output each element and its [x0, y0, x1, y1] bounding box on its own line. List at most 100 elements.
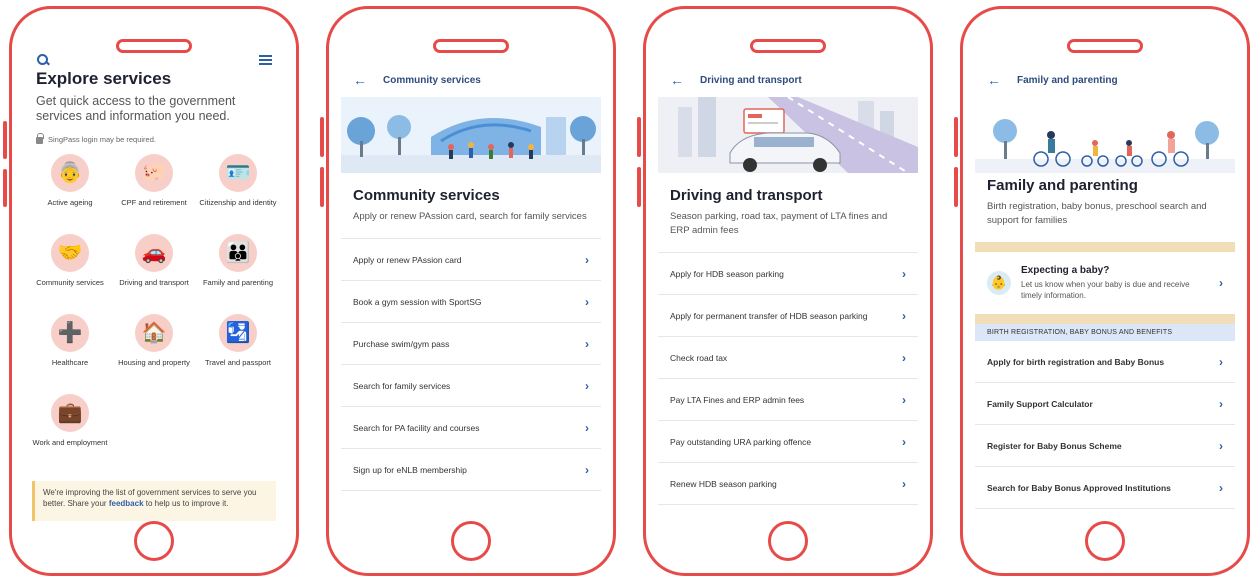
page-subtitle: Get quick access to the government servi… [36, 94, 236, 123]
list-item[interactable]: Check road tax › [658, 337, 918, 379]
community-service-list: Apply or renew PAssion card › Book a gym s… [341, 238, 601, 491]
login-note: SingPass login may be required. [24, 124, 284, 144]
chevron-right-icon[interactable]: › [585, 421, 589, 435]
driving-service-list: Apply for HDB season parking › Apply for p… [658, 252, 918, 505]
list-item-label: Renew HDB season parking [670, 478, 777, 489]
list-item[interactable]: Apply for HDB season parking › [658, 253, 918, 295]
service-label: Housing and property [118, 358, 190, 367]
phone-speaker [750, 39, 826, 53]
family-service-list: Apply for birth registration and Baby Bo… [975, 341, 1235, 509]
phone-family: ← Family and parenting Family and parent… [954, 6, 1250, 576]
volume-button [954, 117, 958, 157]
list-item-label: Pay outstanding URA parking offence [670, 436, 812, 447]
community-screen: ← Community services Community services … [341, 63, 601, 511]
service-icon: 👪 [219, 234, 257, 272]
service-label: CPF and retirement [121, 198, 187, 207]
driving-banner-illustration [658, 97, 918, 173]
chevron-right-icon[interactable]: › [585, 337, 589, 351]
chevron-right-icon[interactable]: › [1219, 397, 1223, 411]
list-item[interactable]: Apply or renew PAssion card › [341, 239, 601, 281]
list-item-label: Apply or renew PAssion card [353, 254, 462, 265]
arrow-left-icon[interactable]: ← [353, 73, 367, 87]
service-family-and-parenting[interactable]: 👪 Family and parenting [196, 234, 280, 308]
service-label: Active ageing [47, 198, 93, 207]
list-item[interactable]: Search for PA facility and courses › [341, 407, 601, 449]
chevron-right-icon[interactable]: › [902, 435, 906, 449]
chevron-right-icon[interactable]: › [585, 379, 589, 393]
feedback-notice: We're improving the list of government s… [32, 481, 276, 521]
volume-button [320, 167, 324, 207]
list-item[interactable]: Sign up for eNLB membership › [341, 449, 601, 491]
service-icon: 🤝 [51, 234, 89, 272]
list-item[interactable]: Search for family services › [341, 365, 601, 407]
list-item-label: Sign up for eNLB membership [353, 464, 467, 475]
service-active-ageing[interactable]: 👵 Active ageing [28, 154, 112, 228]
chevron-right-icon[interactable]: › [1219, 355, 1223, 369]
list-item[interactable]: Book a gym session with SportSG › [341, 281, 601, 323]
service-healthcare[interactable]: ➕ Healthcare [28, 314, 112, 388]
list-item[interactable]: Apply for birth registration and Baby Bo… [975, 341, 1235, 383]
screen-header: ← Community services [341, 63, 601, 97]
service-citizenship-and-identity[interactable]: 🪪 Citizenship and identity [196, 154, 280, 228]
service-driving-and-transport[interactable]: 🚗 Driving and transport [112, 234, 196, 308]
service-housing-and-property[interactable]: 🏠 Housing and property [112, 314, 196, 388]
list-item-label: Apply for HDB season parking [670, 268, 784, 279]
chevron-right-icon[interactable]: › [902, 477, 906, 491]
section-subtitle: Season parking, road tax, payment of LTA… [670, 211, 888, 236]
section-title: Driving and transport [670, 187, 823, 204]
arrow-left-icon[interactable]: ← [670, 73, 684, 87]
service-icon: 🐖 [135, 154, 173, 192]
expecting-baby-card[interactable]: 👶 Expecting a baby? Let us know when you… [975, 252, 1235, 314]
home-button [451, 521, 491, 561]
search-icon[interactable] [36, 53, 50, 67]
service-label: Community services [36, 278, 104, 287]
list-item-label: Search for Baby Bonus Approved Instituti… [987, 482, 1171, 493]
section-title: Family and parenting [987, 177, 1138, 194]
chevron-right-icon[interactable]: › [1219, 481, 1223, 495]
list-item[interactable]: Search for Baby Bonus Approved Instituti… [975, 467, 1235, 509]
section-subtitle: Birth registration, baby bonus, preschoo… [987, 201, 1207, 226]
service-cpf-and-retirement[interactable]: 🐖 CPF and retirement [112, 154, 196, 228]
hamburger-menu-icon[interactable] [259, 55, 272, 65]
chevron-right-icon[interactable]: › [1219, 439, 1223, 453]
service-icon: 🪪 [219, 154, 257, 192]
service-community-services[interactable]: 🤝 Community services [28, 234, 112, 308]
home-button [768, 521, 808, 561]
service-label: Driving and transport [119, 278, 189, 287]
service-icon: 💼 [51, 394, 89, 432]
chevron-right-icon[interactable]: › [902, 309, 906, 323]
service-travel-and-passport[interactable]: 🛂 Travel and passport [196, 314, 280, 388]
volume-button [3, 169, 7, 207]
service-work-and-employment[interactable]: 💼 Work and employment [28, 394, 112, 468]
volume-button [954, 167, 958, 207]
phone-speaker [433, 39, 509, 53]
arrow-left-icon[interactable]: ← [987, 73, 1001, 87]
feedback-link[interactable]: feedback [109, 499, 144, 508]
list-item[interactable]: Family Support Calculator › [975, 383, 1235, 425]
list-item[interactable]: Pay LTA Fines and ERP admin fees › [658, 379, 918, 421]
list-item-label: Family Support Calculator [987, 398, 1093, 409]
list-item-label: Apply for birth registration and Baby Bo… [987, 356, 1165, 367]
chevron-right-icon[interactable]: › [1219, 276, 1223, 290]
section-subtitle: Apply or renew PAssion card, search for … [353, 211, 587, 222]
service-icon: 👵 [51, 154, 89, 192]
baby-card-text: Let us know when your baby is due and re… [1021, 280, 1190, 300]
list-item[interactable]: Renew HDB season parking › [658, 463, 918, 505]
chevron-right-icon[interactable]: › [585, 463, 589, 477]
list-item[interactable]: Pay outstanding URA parking offence › [658, 421, 918, 463]
family-screen: ← Family and parenting Family and parent… [975, 63, 1235, 511]
baby-card-title: Expecting a baby? [1021, 265, 1110, 276]
list-item[interactable]: Register for Baby Bonus Scheme › [975, 425, 1235, 467]
list-item[interactable]: Apply for permanent transfer of HDB seas… [658, 295, 918, 337]
list-item-label: Book a gym session with SportSG [353, 296, 482, 307]
chevron-right-icon[interactable]: › [902, 267, 906, 281]
header-title: Community services [383, 74, 481, 86]
chevron-right-icon[interactable]: › [902, 393, 906, 407]
phone-community: ← Community services Community services … [320, 6, 616, 576]
chevron-right-icon[interactable]: › [902, 351, 906, 365]
chevron-right-icon[interactable]: › [585, 295, 589, 309]
chevron-right-icon[interactable]: › [585, 253, 589, 267]
volume-button [637, 167, 641, 207]
list-item[interactable]: Purchase swim/gym pass › [341, 323, 601, 365]
service-label: Healthcare [51, 358, 89, 367]
